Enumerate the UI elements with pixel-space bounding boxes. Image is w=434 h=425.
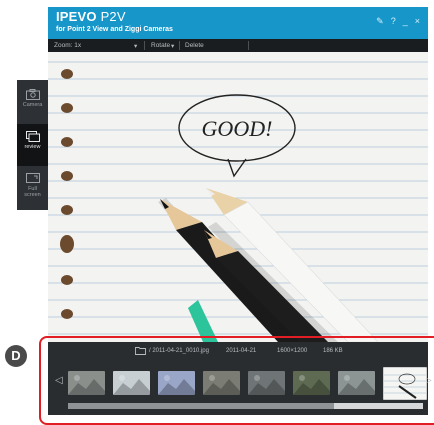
rotate-dropdown-arrow-icon[interactable]: ▾ <box>171 42 174 50</box>
close-button[interactable]: × <box>415 16 420 27</box>
app-title: IPEVO P2V <box>56 9 126 24</box>
toolbar-divider <box>144 41 145 50</box>
zoom-dropdown[interactable]: Zoom: 1x <box>54 42 81 49</box>
review-icon <box>25 131 40 142</box>
app-subtitle: for Point 2 View and Ziggi Cameras <box>56 26 173 33</box>
toolbar-divider <box>179 41 180 50</box>
help-icon[interactable]: ? <box>391 16 396 27</box>
sidebar-item-camera[interactable]: Camera <box>17 82 48 124</box>
sidebar-item-label: Full screen <box>24 186 41 198</box>
photo-notebook-pencils: GOOD! <box>48 52 428 342</box>
sidebar-item-review[interactable]: review <box>17 124 48 166</box>
window-controls: ✎ ? _ × <box>376 16 420 27</box>
rotate-dropdown[interactable]: Rotate <box>151 42 170 49</box>
mode-sidebar: Camera review Full screen <box>17 80 48 210</box>
toolbar: Zoom: 1x ▾ Rotate ▾ Delete <box>48 39 428 52</box>
speech-bubble-text: GOOD! <box>202 116 273 141</box>
sidebar-item-label: Camera <box>22 102 43 108</box>
sidebar-item-label: review <box>24 144 41 150</box>
image-viewport[interactable]: GOOD! <box>48 52 428 342</box>
settings-icon[interactable]: ✎ <box>376 16 384 27</box>
annotation-highlight-box <box>39 336 434 425</box>
brand-logo-text: IPEVO <box>56 9 97 24</box>
toolbar-divider <box>248 41 249 50</box>
delete-button[interactable]: Delete <box>185 42 204 49</box>
sidebar-item-fullscreen[interactable]: Full screen <box>17 166 48 208</box>
title-bar[interactable]: IPEVO P2V for Point 2 View and Ziggi Cam… <box>48 7 428 39</box>
camera-icon <box>25 89 40 100</box>
zoom-dropdown-arrow-icon[interactable]: ▾ <box>134 42 137 50</box>
minimize-button[interactable]: _ <box>403 16 408 27</box>
annotation-badge: D <box>5 345 27 367</box>
fullscreen-icon <box>25 173 40 183</box>
product-name: P2V <box>100 9 126 24</box>
